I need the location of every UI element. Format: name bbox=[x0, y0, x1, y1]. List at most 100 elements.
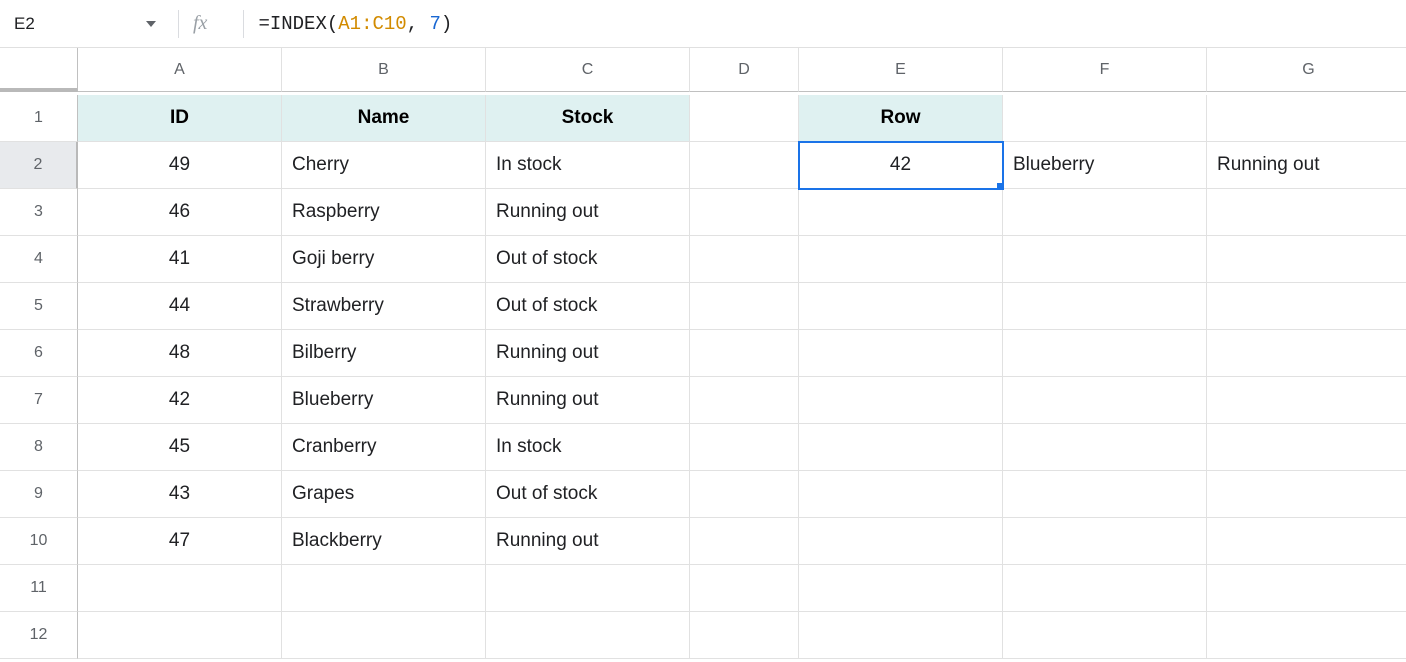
row-header-12[interactable]: 12 bbox=[0, 612, 78, 659]
cell-E2[interactable]: 42 bbox=[799, 142, 1003, 189]
cell-E8[interactable] bbox=[799, 424, 1003, 471]
cell-A11[interactable] bbox=[78, 565, 282, 612]
cell-F7[interactable] bbox=[1003, 377, 1207, 424]
row-header-7[interactable]: 7 bbox=[0, 377, 78, 424]
cell-E9[interactable] bbox=[799, 471, 1003, 518]
row-header-8[interactable]: 8 bbox=[0, 424, 78, 471]
cell-E4[interactable] bbox=[799, 236, 1003, 283]
cell-A2[interactable]: 49 bbox=[78, 142, 282, 189]
cell-A5[interactable]: 44 bbox=[78, 283, 282, 330]
cell-B1[interactable]: Name bbox=[282, 95, 486, 142]
cell-F9[interactable] bbox=[1003, 471, 1207, 518]
cell-E11[interactable] bbox=[799, 565, 1003, 612]
cell-C1[interactable]: Stock bbox=[486, 95, 690, 142]
cell-E5[interactable] bbox=[799, 283, 1003, 330]
cell-D2[interactable] bbox=[690, 142, 799, 189]
row-header-4[interactable]: 4 bbox=[0, 236, 78, 283]
cell-F10[interactable] bbox=[1003, 518, 1207, 565]
col-header-F[interactable]: F bbox=[1003, 48, 1207, 92]
cell-A6[interactable]: 48 bbox=[78, 330, 282, 377]
cell-B4[interactable]: Goji berry bbox=[282, 236, 486, 283]
cell-C12[interactable] bbox=[486, 612, 690, 659]
cell-D8[interactable] bbox=[690, 424, 799, 471]
cell-A9[interactable]: 43 bbox=[78, 471, 282, 518]
cell-D7[interactable] bbox=[690, 377, 799, 424]
row-header-9[interactable]: 9 bbox=[0, 471, 78, 518]
cell-E7[interactable] bbox=[799, 377, 1003, 424]
col-header-G[interactable]: G bbox=[1207, 48, 1406, 92]
cell-E3[interactable] bbox=[799, 189, 1003, 236]
cell-E12[interactable] bbox=[799, 612, 1003, 659]
cell-C11[interactable] bbox=[486, 565, 690, 612]
cell-B6[interactable]: Bilberry bbox=[282, 330, 486, 377]
name-box-dropdown-icon[interactable] bbox=[146, 21, 156, 27]
cell-D12[interactable] bbox=[690, 612, 799, 659]
cell-A10[interactable]: 47 bbox=[78, 518, 282, 565]
col-header-A[interactable]: A bbox=[78, 48, 282, 92]
cell-B7[interactable]: Blueberry bbox=[282, 377, 486, 424]
cell-F1[interactable] bbox=[1003, 95, 1207, 142]
cell-D9[interactable] bbox=[690, 471, 799, 518]
cell-E1[interactable]: Row bbox=[799, 95, 1003, 142]
cell-B12[interactable] bbox=[282, 612, 486, 659]
row-header-3[interactable]: 3 bbox=[0, 189, 78, 236]
cell-F4[interactable] bbox=[1003, 236, 1207, 283]
cell-E6[interactable] bbox=[799, 330, 1003, 377]
cell-G9[interactable] bbox=[1207, 471, 1406, 518]
cell-C10[interactable]: Running out bbox=[486, 518, 690, 565]
cell-A3[interactable]: 46 bbox=[78, 189, 282, 236]
row-header-2[interactable]: 2 bbox=[0, 142, 78, 189]
cell-C9[interactable]: Out of stock bbox=[486, 471, 690, 518]
cell-B5[interactable]: Strawberry bbox=[282, 283, 486, 330]
name-box[interactable]: E2 bbox=[4, 6, 164, 42]
cell-D3[interactable] bbox=[690, 189, 799, 236]
row-header-1[interactable]: 1 bbox=[0, 95, 78, 142]
cell-D11[interactable] bbox=[690, 565, 799, 612]
cell-E10[interactable] bbox=[799, 518, 1003, 565]
cell-G2[interactable]: Running out bbox=[1207, 142, 1406, 189]
cell-C3[interactable]: Running out bbox=[486, 189, 690, 236]
cell-C8[interactable]: In stock bbox=[486, 424, 690, 471]
cell-G11[interactable] bbox=[1207, 565, 1406, 612]
cell-B10[interactable]: Blackberry bbox=[282, 518, 486, 565]
cell-A12[interactable] bbox=[78, 612, 282, 659]
cell-G3[interactable] bbox=[1207, 189, 1406, 236]
row-header-6[interactable]: 6 bbox=[0, 330, 78, 377]
cell-G10[interactable] bbox=[1207, 518, 1406, 565]
cell-D5[interactable] bbox=[690, 283, 799, 330]
select-all-corner[interactable] bbox=[0, 48, 78, 92]
cell-C6[interactable]: Running out bbox=[486, 330, 690, 377]
spreadsheet-grid[interactable]: A B C D E F G 1 ID Name Stock Row 2 49 C… bbox=[0, 48, 1406, 659]
cell-G1[interactable] bbox=[1207, 95, 1406, 142]
cell-F5[interactable] bbox=[1003, 283, 1207, 330]
formula-input[interactable]: =INDEX(A1:C10, 7) bbox=[258, 6, 1402, 42]
cell-B9[interactable]: Grapes bbox=[282, 471, 486, 518]
cell-G7[interactable] bbox=[1207, 377, 1406, 424]
cell-F2[interactable]: Blueberry bbox=[1003, 142, 1207, 189]
cell-G6[interactable] bbox=[1207, 330, 1406, 377]
cell-F3[interactable] bbox=[1003, 189, 1207, 236]
cell-D1[interactable] bbox=[690, 95, 799, 142]
cell-B2[interactable]: Cherry bbox=[282, 142, 486, 189]
cell-C7[interactable]: Running out bbox=[486, 377, 690, 424]
cell-D4[interactable] bbox=[690, 236, 799, 283]
cell-F12[interactable] bbox=[1003, 612, 1207, 659]
cell-D6[interactable] bbox=[690, 330, 799, 377]
cell-B3[interactable]: Raspberry bbox=[282, 189, 486, 236]
cell-B11[interactable] bbox=[282, 565, 486, 612]
cell-D10[interactable] bbox=[690, 518, 799, 565]
col-header-B[interactable]: B bbox=[282, 48, 486, 92]
cell-G8[interactable] bbox=[1207, 424, 1406, 471]
cell-F6[interactable] bbox=[1003, 330, 1207, 377]
cell-C5[interactable]: Out of stock bbox=[486, 283, 690, 330]
row-header-10[interactable]: 10 bbox=[0, 518, 78, 565]
cell-A4[interactable]: 41 bbox=[78, 236, 282, 283]
cell-C4[interactable]: Out of stock bbox=[486, 236, 690, 283]
col-header-C[interactable]: C bbox=[486, 48, 690, 92]
cell-B8[interactable]: Cranberry bbox=[282, 424, 486, 471]
cell-G5[interactable] bbox=[1207, 283, 1406, 330]
cell-C2[interactable]: In stock bbox=[486, 142, 690, 189]
cell-G12[interactable] bbox=[1207, 612, 1406, 659]
row-header-11[interactable]: 11 bbox=[0, 565, 78, 612]
cell-G4[interactable] bbox=[1207, 236, 1406, 283]
